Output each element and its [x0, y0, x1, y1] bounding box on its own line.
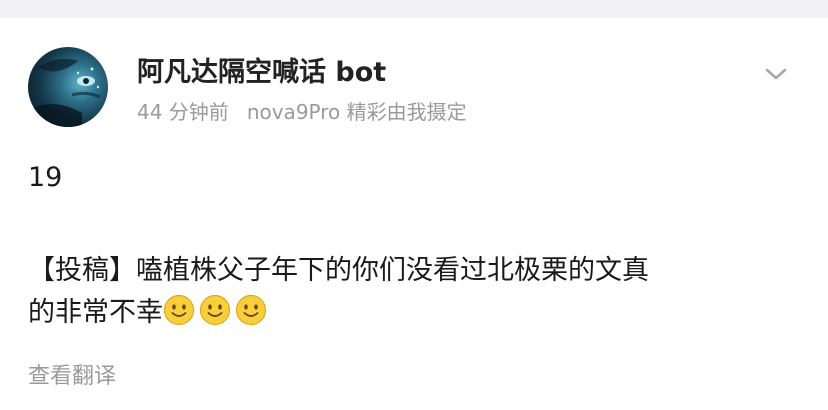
username[interactable]: 阿凡达隔空喊话 bot [137, 55, 386, 91]
smile-emoji [199, 294, 231, 326]
avatar-image [28, 59, 101, 127]
smile-emoji [235, 294, 267, 326]
translate-link[interactable]: 查看翻译 [28, 362, 116, 392]
top-separator [0, 0, 828, 18]
post-body-line: 的非常不幸 [28, 292, 808, 334]
post-time: 44 分钟前 [137, 100, 229, 124]
post-number: 19 [28, 162, 63, 193]
avatar[interactable] [28, 47, 108, 127]
post-body-line: 【投稿】嗑植株父子年下的你们没看过北极栗的文真 [28, 255, 649, 286]
smile-emoji [163, 294, 195, 326]
post-body: 【投稿】嗑植株父子年下的你们没看过北极栗的文真 的非常不幸 [28, 250, 808, 334]
post-device: nova9Pro 精彩由我摄定 [246, 100, 467, 124]
post-card: 阿凡达隔空喊话 bot 44 分钟前 nova9Pro 精彩由我摄定 19 【投稿… [0, 18, 828, 410]
chevron-down-icon[interactable] [762, 62, 790, 86]
post-body-text: 的非常不幸 [28, 297, 163, 328]
post-meta: 44 分钟前 nova9Pro 精彩由我摄定 [137, 99, 467, 125]
